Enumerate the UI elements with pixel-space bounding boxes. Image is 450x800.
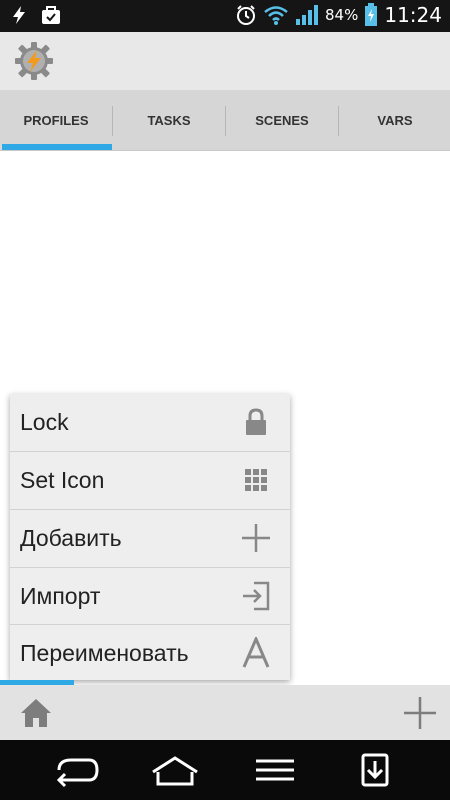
app-bar [0,32,450,90]
lock-icon [246,408,266,435]
menu-icon[interactable] [250,752,300,788]
menu-item-rename[interactable]: Переименовать [10,625,290,682]
import-icon [243,581,270,611]
tab-vars[interactable]: VARS [339,90,450,150]
clock: 11:24 [384,3,442,27]
menu-item-label: Добавить [20,525,122,551]
menu-item-set-icon[interactable]: Set Icon [10,452,290,509]
wifi-icon [264,6,288,25]
alarm-icon [237,5,256,25]
download-icon[interactable] [350,752,400,788]
menu-item-lock[interactable]: Lock [10,394,290,451]
tasker-gear-bolt-icon[interactable] [14,41,54,81]
menu-item-label: Импорт [20,583,101,609]
add-icon[interactable] [402,695,438,731]
tab-profiles[interactable]: PROFILES [0,90,112,150]
system-nav-bar [0,740,450,800]
tab-label: PROFILES [23,112,89,128]
back-icon[interactable] [51,752,101,788]
battery-charging-icon [365,3,378,26]
home-icon[interactable] [19,697,53,729]
menu-item-add[interactable]: Добавить [10,510,290,567]
grid-icon [245,469,267,491]
bottom-toolbar [0,685,450,740]
plus-icon [242,524,270,552]
signal-icon [296,5,319,25]
tab-label: TASKS [147,112,191,128]
menu-item-label: Lock [20,409,69,435]
selected-tab-indicator [2,144,112,150]
tab-label: VARS [377,112,413,128]
tab-tasks[interactable]: TASKS [113,90,225,150]
menu-item-import[interactable]: Импорт [10,568,290,625]
popup-menu: Lock Set Icon Добавить Импорт Переименов… [10,394,290,680]
tab-label: SCENES [255,112,309,128]
home-nav-icon[interactable] [150,752,200,788]
letter-a-icon [242,637,270,668]
briefcase-check-icon [42,6,60,24]
tab-bar: PROFILES TASKS SCENES VARS [0,90,450,151]
flash-icon [13,6,25,24]
menu-item-label: Set Icon [20,467,105,493]
tab-scenes[interactable]: SCENES [226,90,338,150]
status-bar: 84% 11:24 [0,0,450,32]
menu-item-label: Переименовать [20,640,189,666]
battery-percent: 84% [325,6,359,24]
